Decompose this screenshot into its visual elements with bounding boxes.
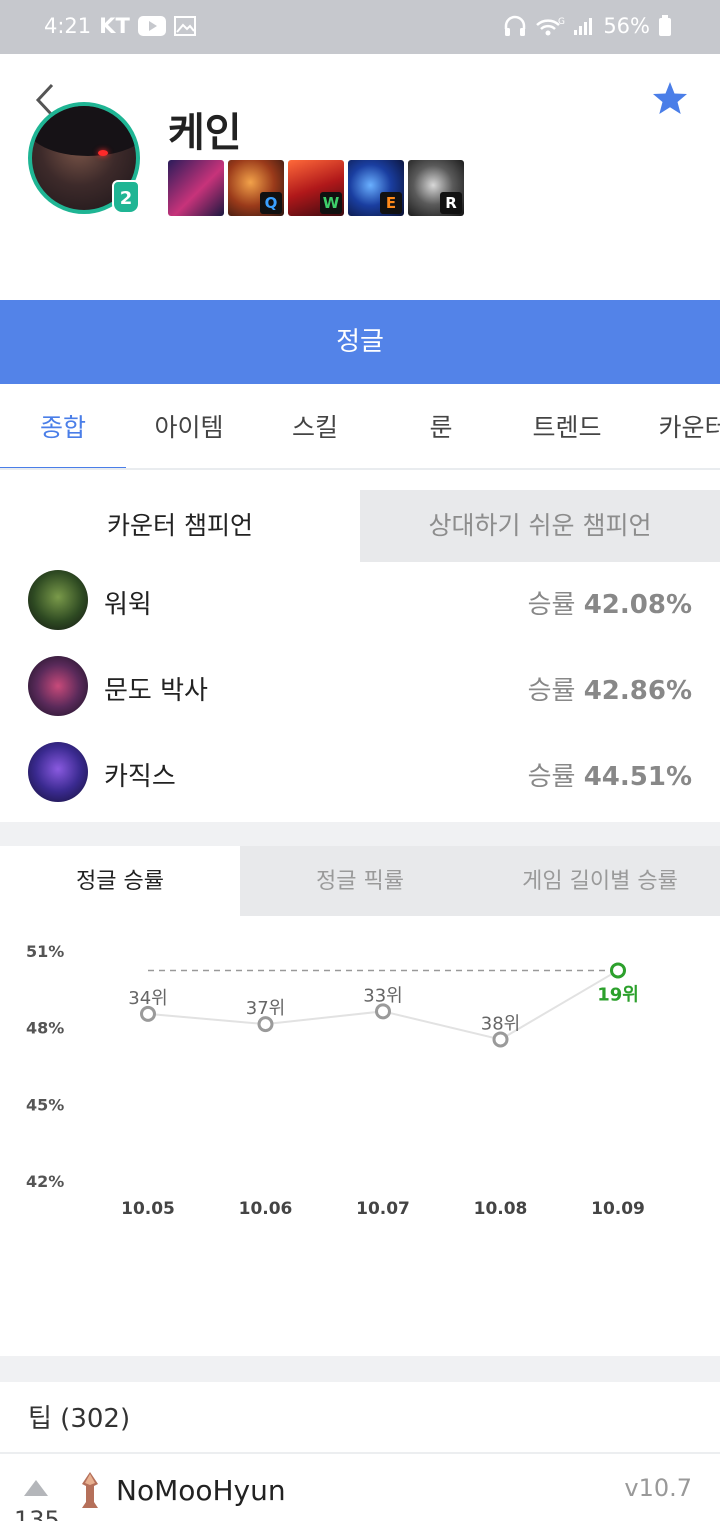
tab-items[interactable]: 아이템	[126, 384, 252, 468]
list-item[interactable]: 문도 박사 승률 42.86%	[0, 648, 720, 734]
tips-header: 팁 (302)	[28, 1404, 131, 1434]
list-item[interactable]: 워윅 승률 42.08%	[0, 562, 720, 648]
data-label: 38위	[481, 1013, 520, 1034]
champion-avatar	[28, 656, 88, 716]
win-rate-label: 승률	[527, 590, 576, 620]
win-rate: 승률 42.86%	[528, 670, 692, 707]
win-rate-value: 44.51%	[583, 762, 692, 792]
r-skill-icon[interactable]: R	[408, 160, 464, 216]
list-item[interactable]: 카직스 승률 44.51%	[0, 734, 720, 820]
data-label: 34위	[128, 988, 167, 1009]
section-tabs: 종합 아이템 스킬 룬 트렌드 카운터	[0, 384, 720, 470]
section-divider	[0, 1356, 720, 1382]
tab-winrate-by-length[interactable]: 게임 길이별 승률	[480, 846, 720, 916]
champion-name: 카직스	[104, 762, 176, 792]
tab-skills[interactable]: 스킬	[252, 384, 378, 468]
skill-key-w: W	[320, 192, 342, 214]
q-skill-icon[interactable]: Q	[228, 160, 284, 216]
star-icon	[653, 82, 687, 114]
upvote-count: 135	[14, 1506, 60, 1521]
svg-text:G: G	[558, 17, 565, 27]
data-point	[610, 962, 626, 979]
tab-counter-champions[interactable]: 카운터 챔피언	[0, 490, 360, 562]
w-skill-icon[interactable]: W	[288, 160, 344, 216]
champion-name: 케인	[168, 110, 242, 156]
tip-item: 135 NoMooHyun v10.7	[0, 1454, 720, 1521]
signal-icon	[573, 16, 595, 36]
tab-counters[interactable]: 카운터	[630, 384, 720, 468]
tab-jungle-winrate[interactable]: 정글 승률	[0, 846, 240, 916]
data-label: 33위	[363, 985, 402, 1006]
x-tick-label: 10.09	[591, 1199, 645, 1219]
status-carrier: KT	[99, 14, 130, 38]
winrate-chart: 51% 48% 45% 42% 10.05 10.06 10.07 10.08 10.09 34위…	[0, 916, 720, 1356]
y-tick-label: 45%	[26, 1095, 64, 1114]
champion-avatar	[28, 742, 88, 802]
x-tick-label: 10.06	[239, 1199, 293, 1219]
data-point	[257, 1016, 274, 1033]
data-label: 37위	[246, 998, 285, 1019]
status-left: 4:21 KT	[44, 14, 196, 38]
favorite-button[interactable]	[648, 76, 692, 120]
tip-author[interactable]: NoMooHyun	[116, 1474, 286, 1507]
win-rate-value: 42.86%	[583, 676, 692, 706]
win-rate-value: 42.08%	[583, 590, 692, 620]
win-rate: 승률 44.51%	[528, 756, 692, 793]
tip-version: v10.7	[624, 1474, 692, 1502]
status-time: 4:21	[44, 14, 92, 38]
section-divider	[0, 822, 720, 846]
wifi-icon: G	[535, 15, 565, 37]
tab-trends[interactable]: 트렌드	[504, 384, 630, 468]
y-tick-label: 42%	[26, 1172, 64, 1191]
tab-runes[interactable]: 룬	[378, 384, 504, 468]
y-tick-label: 48%	[26, 1019, 64, 1038]
headphones-icon	[503, 15, 527, 37]
data-label: 19위	[597, 984, 639, 1005]
tier-icon	[82, 1472, 98, 1508]
win-rate: 승률 42.08%	[528, 584, 692, 621]
x-tick-label: 10.08	[474, 1199, 528, 1219]
win-rate-label: 승률	[527, 762, 576, 792]
youtube-icon	[137, 16, 166, 36]
status-bar: 4:21 KT G 56%	[0, 0, 720, 54]
chart-tabs: 정글 승률 정글 픽률 게임 길이별 승률	[0, 846, 720, 916]
skill-key-r: R	[440, 192, 462, 214]
y-tick-label: 51%	[26, 942, 64, 961]
win-rate-label: 승률	[527, 676, 576, 706]
skill-key-e: E	[380, 192, 402, 214]
champion-name: 문도 박사	[104, 676, 208, 706]
x-tick-label: 10.07	[356, 1199, 410, 1219]
data-point	[492, 1031, 509, 1048]
level-badge: 2	[112, 180, 140, 214]
tab-overview[interactable]: 종합	[0, 384, 126, 468]
chart-svg: 51% 48% 45% 42% 10.05 10.06 10.07 10.08 10.09 34위…	[26, 942, 645, 1219]
position-selector[interactable]: 정글	[0, 300, 720, 384]
status-right: G 56%	[503, 14, 672, 38]
skill-list: Q W E R	[168, 160, 464, 216]
tab-easy-champions[interactable]: 상대하기 쉬운 챔피언	[360, 490, 720, 562]
upvote-icon[interactable]	[24, 1480, 48, 1496]
gallery-icon	[173, 16, 196, 36]
champion-name: 워윅	[104, 590, 152, 620]
passive-skill-icon[interactable]	[168, 160, 224, 216]
champion-avatar	[28, 570, 88, 630]
battery-icon	[658, 15, 672, 37]
data-point	[140, 1005, 156, 1022]
battery-percent: 56%	[603, 14, 650, 38]
skill-key-q: Q	[260, 192, 282, 214]
counter-list: 워윅 승률 42.08% 문도 박사 승률 42.86% 카직스 승률 44.5…	[0, 562, 720, 820]
data-point	[375, 1003, 391, 1020]
tab-jungle-pickrate[interactable]: 정글 픽률	[240, 846, 480, 916]
counter-tabs: 카운터 챔피언 상대하기 쉬운 챔피언	[0, 490, 720, 562]
e-skill-icon[interactable]: E	[348, 160, 404, 216]
x-tick-label: 10.05	[121, 1199, 175, 1219]
